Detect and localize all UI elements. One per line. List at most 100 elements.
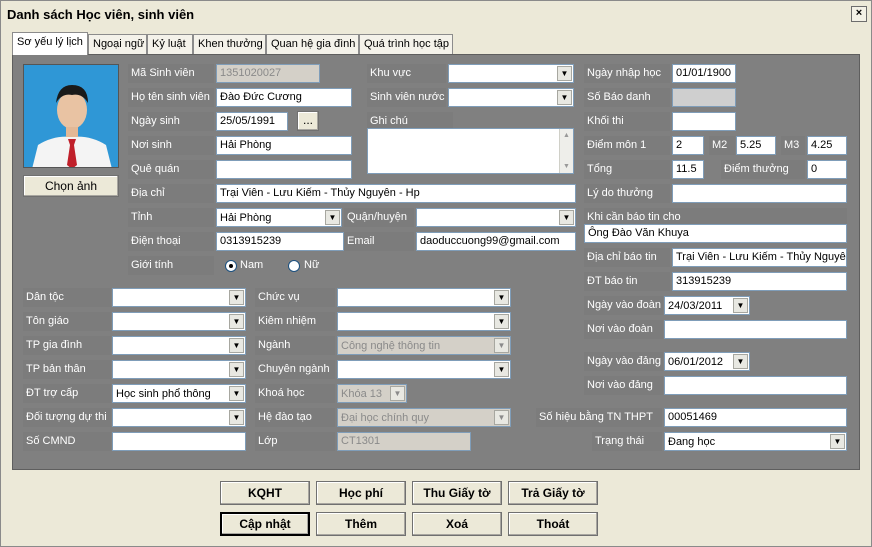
tab-ky-luat[interactable]: Kỷ luật	[147, 34, 193, 54]
dt-tro-cap-label: ĐT trợ cấp	[23, 384, 111, 403]
diem-thuong-field[interactable]: 0	[807, 160, 847, 179]
noi-vao-doan-field[interactable]	[664, 320, 847, 339]
tab-qua-trinh-hoc-tap[interactable]: Quá trình học tập	[359, 34, 453, 54]
chevron-down-icon: ▼	[494, 290, 509, 305]
date-picker-button[interactable]: ...	[297, 111, 319, 131]
xoa-button[interactable]: Xoá	[412, 512, 502, 536]
close-button[interactable]: ×	[851, 6, 867, 22]
kqht-button[interactable]: KQHT	[220, 481, 310, 505]
m3-field[interactable]: 4.25	[807, 136, 847, 155]
chevron-down-icon: ▼	[390, 386, 405, 401]
noi-vao-doan-label: Nơi vào đoàn	[584, 320, 663, 339]
chuyen-nganh-label: Chuyên ngành	[255, 360, 335, 379]
tab-quan-he-gia-dinh[interactable]: Quan hệ gia đình	[266, 34, 359, 54]
kiem-nhiem-label: Kiêm nhiệm	[255, 312, 335, 331]
tong-field[interactable]: 11.5	[672, 160, 704, 179]
scroll-down-icon[interactable]: ▼	[560, 160, 573, 173]
khu-vuc-select[interactable]: ▼	[448, 64, 574, 83]
tab-ngoai-ngu[interactable]: Ngoại ngữ	[88, 34, 147, 54]
gender-male-radio[interactable]	[225, 260, 237, 272]
khi-can-bao-tin-field[interactable]: Ông Đào Văn Khuya	[584, 224, 847, 243]
student-window: Danh sách Học viên, sinh viên × Sơ yếu l…	[0, 0, 872, 547]
so-bao-danh-field[interactable]	[672, 88, 736, 107]
email-label: Email	[344, 232, 414, 251]
ghi-chu-field[interactable]: ▲ ▼	[367, 128, 574, 174]
tab-khen-thuong[interactable]: Khen thưởng	[193, 34, 266, 54]
kiem-nhiem-select[interactable]: ▼	[337, 312, 511, 331]
gender-female-radio[interactable]	[288, 260, 300, 272]
ngay-vao-doan-label: Ngày vào đoàn	[584, 296, 663, 315]
ho-ten-field[interactable]: Đào Đức Cương	[216, 88, 352, 107]
sv-nuoc-label: Sinh viên nước	[367, 88, 446, 107]
ngay-nhap-hoc-label: Ngày nhập học	[584, 64, 670, 83]
chevron-down-icon: ▼	[325, 210, 340, 225]
dia-chi-field[interactable]: Trại Viên - Lưu Kiếm - Thủy Nguyên - Hp	[216, 184, 576, 203]
ngay-nhap-hoc-field[interactable]: 01/01/1900	[672, 64, 736, 83]
ngay-vao-dang-value: 06/01/2012	[668, 356, 724, 368]
quan-huyen-select[interactable]: ▼	[416, 208, 576, 227]
ngay-sinh-field[interactable]: 25/05/1991	[216, 112, 288, 131]
chevron-down-icon: ▼	[229, 314, 244, 329]
ma-sv-field[interactable]: 1351020027	[216, 64, 320, 83]
diem-mon1-field[interactable]: 2	[672, 136, 704, 155]
so-hieu-bang-field[interactable]: 00051469	[664, 408, 847, 427]
chevron-down-icon: ▼	[494, 362, 509, 377]
dt-tro-cap-select[interactable]: Học sinh phổ thông ▼	[112, 384, 246, 403]
nganh-select[interactable]: Công nghệ thông tin ▼	[337, 336, 511, 355]
noi-sinh-field[interactable]: Hải Phòng	[216, 136, 352, 155]
thoat-button[interactable]: Thoát	[508, 512, 598, 536]
ngay-vao-doan-select[interactable]: 24/03/2011 ▼	[664, 296, 750, 315]
chevron-down-icon: ▼	[229, 338, 244, 353]
khoi-thi-label: Khối thi	[584, 112, 670, 131]
cap-nhat-button[interactable]: Cập nhật	[220, 512, 310, 536]
them-button[interactable]: Thêm	[316, 512, 406, 536]
chevron-down-icon: ▼	[559, 210, 574, 225]
ngay-vao-dang-select[interactable]: 06/01/2012 ▼	[664, 352, 750, 371]
khoa-hoc-select[interactable]: Khóa 13 ▼	[337, 384, 407, 403]
dien-thoai-field[interactable]: 0313915239	[216, 232, 344, 251]
que-quan-label: Quê quán	[128, 160, 214, 179]
lop-field[interactable]: CT1301	[337, 432, 471, 451]
scrollbar[interactable]: ▲ ▼	[559, 129, 573, 173]
so-cmnd-field[interactable]	[112, 432, 246, 451]
tp-ban-than-select[interactable]: ▼	[112, 360, 246, 379]
ly-do-thuong-field[interactable]	[672, 184, 847, 203]
m2-label: M2	[709, 136, 735, 155]
doi-tuong-du-thi-select[interactable]: ▼	[112, 408, 246, 427]
chevron-down-icon: ▼	[494, 410, 509, 425]
tab-so-yeu-ly-lich[interactable]: Sơ yếu lý lịch	[12, 32, 88, 55]
ho-ten-label: Họ tên sinh viên	[128, 88, 214, 107]
email-field[interactable]: daoduccuong99@gmail.com	[416, 232, 576, 251]
noi-vao-dang-field[interactable]	[664, 376, 847, 395]
he-dao-tao-select[interactable]: Đại học chính quy ▼	[337, 408, 511, 427]
nganh-value: Công nghệ thông tin	[341, 340, 441, 352]
noi-sinh-label: Nơi sinh	[128, 136, 214, 155]
que-quan-field[interactable]	[216, 160, 352, 179]
hoc-phi-button[interactable]: Học phí	[316, 481, 406, 505]
dan-toc-select[interactable]: ▼	[112, 288, 246, 307]
chevron-down-icon: ▼	[229, 410, 244, 425]
diem-mon1-label: Điểm môn 1	[584, 136, 670, 155]
tp-gia-dinh-select[interactable]: ▼	[112, 336, 246, 355]
thu-giay-to-button[interactable]: Thu Giấy tờ	[412, 481, 502, 505]
tinh-select[interactable]: Hải Phòng ▼	[216, 208, 342, 227]
dt-bao-tin-field[interactable]: 313915239	[672, 272, 847, 291]
tra-giay-to-button[interactable]: Trả Giấy tờ	[508, 481, 598, 505]
sv-nuoc-select[interactable]: ▼	[448, 88, 574, 107]
khoi-thi-field[interactable]	[672, 112, 736, 131]
scroll-up-icon[interactable]: ▲	[560, 129, 573, 142]
chevron-down-icon: ▼	[494, 338, 509, 353]
ton-giao-select[interactable]: ▼	[112, 312, 246, 331]
chuyen-nganh-select[interactable]: ▼	[337, 360, 511, 379]
ngay-vao-dang-label: Ngày vào đảng	[584, 352, 663, 371]
chuc-vu-select[interactable]: ▼	[337, 288, 511, 307]
dia-chi-bao-tin-field[interactable]: Trại Viên - Lưu Kiếm - Thủy Nguyên	[672, 248, 847, 267]
choose-photo-button[interactable]: Chọn ảnh	[23, 175, 119, 197]
title-bar: Danh sách Học viên, sinh viên ×	[1, 1, 871, 27]
tp-gia-dinh-label: TP gia đình	[23, 336, 111, 355]
m2-field[interactable]: 5.25	[736, 136, 776, 155]
tinh-label: Tỉnh	[128, 208, 214, 227]
trang-thai-select[interactable]: Đang học ▼	[664, 432, 847, 451]
noi-vao-dang-label: Nơi vào đảng	[584, 376, 663, 395]
he-dao-tao-label: Hệ đào tạo	[255, 408, 335, 427]
